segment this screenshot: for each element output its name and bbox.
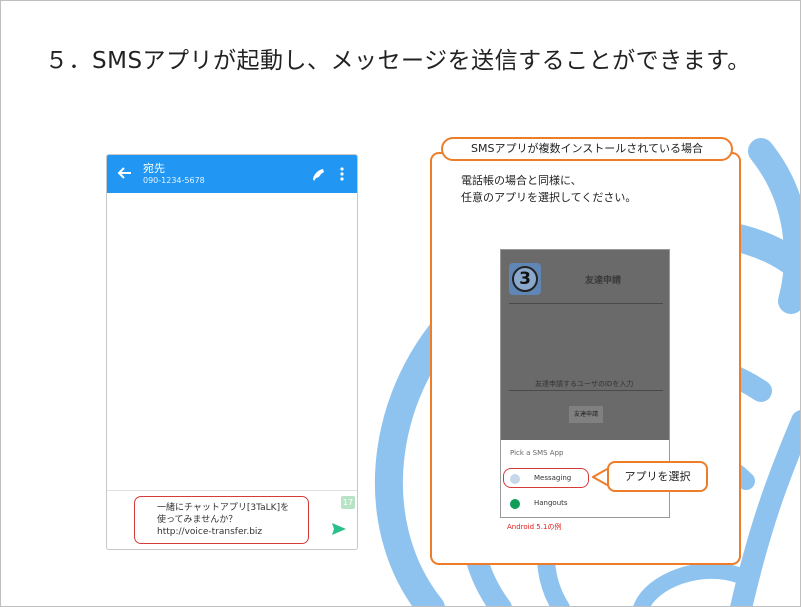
- divider: [509, 303, 663, 304]
- logo-number: 3: [512, 266, 538, 292]
- message-line: 一緒にチャットアプリ[3TaLK]を: [157, 503, 290, 513]
- picker-title: Pick a SMS App: [510, 449, 564, 457]
- messaging-highlight: [503, 468, 589, 488]
- select-app-callout: アプリを選択: [607, 461, 708, 492]
- message-line: 使ってみませんか？: [157, 515, 238, 525]
- sms-phone-screen: 宛先 090-1234-5678 一緒にチャットアプリ[3TaLK]を 使ってみ…: [106, 154, 358, 550]
- arrow-left-icon[interactable]: [117, 165, 133, 181]
- panel-desc-line: 電話帳の場合と同様に、: [461, 174, 582, 187]
- panel-heading-tag: SMSアプリが複数インストールされている場合: [441, 137, 733, 161]
- contact-name: 宛先: [143, 162, 165, 175]
- message-line: http://voice-transfer.biz: [157, 527, 263, 537]
- android-version-note: Android 5.1の例: [507, 523, 562, 531]
- contact-number: 090-1234-5678: [143, 176, 205, 185]
- panel-description: 電話帳の場合と同様に、 任意のアプリを選択してください。: [461, 172, 636, 206]
- hangouts-icon: [510, 499, 520, 509]
- friend-request-button[interactable]: 友達申請: [569, 406, 603, 423]
- panel-desc-line: 任意のアプリを選択してください。: [461, 191, 637, 204]
- app-logo: 3: [509, 263, 541, 295]
- more-vert-icon[interactable]: [339, 166, 345, 182]
- compose-divider: [107, 490, 357, 491]
- message-input[interactable]: 一緒にチャットアプリ[3TaLK]を 使ってみませんか？ http://voic…: [134, 496, 309, 544]
- phone-icon[interactable]: [310, 166, 326, 182]
- slide-title: ５．SMSアプリが起動し、メッセージを送信することができます。: [45, 48, 751, 74]
- picker-item-hangouts[interactable]: Hangouts: [501, 493, 669, 515]
- sms-app-bar: 宛先 090-1234-5678: [107, 155, 357, 193]
- input-underline: [509, 390, 663, 391]
- screen-title: 友達申請: [585, 276, 622, 286]
- char-counter-badge: 17: [341, 496, 355, 509]
- slide: ５．SMSアプリが起動し、メッセージを送信することができます。 宛先 090-1…: [0, 0, 801, 607]
- send-icon[interactable]: [331, 522, 347, 536]
- id-input-hint[interactable]: 友達申請するユーザのIDを入力: [535, 379, 633, 389]
- picker-item-label: Hangouts: [534, 499, 568, 507]
